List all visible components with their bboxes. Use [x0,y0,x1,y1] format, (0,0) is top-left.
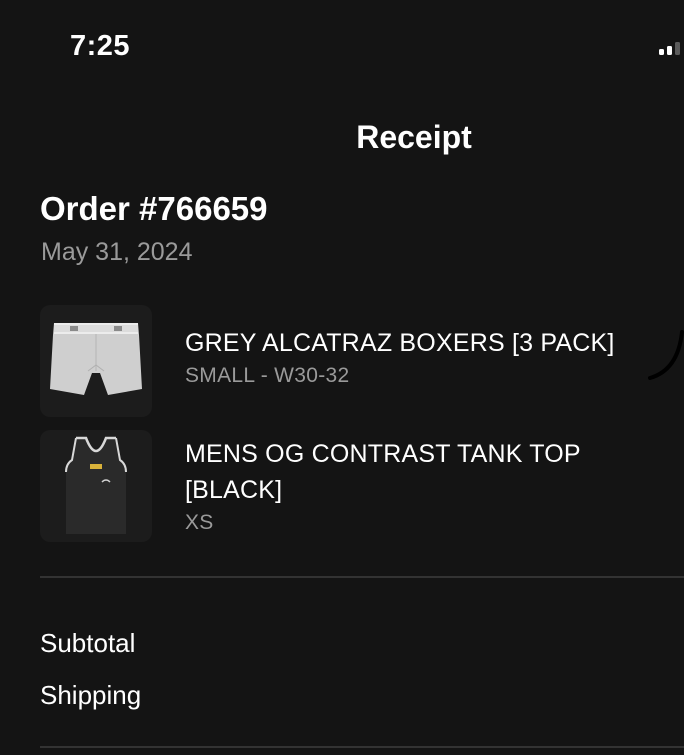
divider [40,576,684,578]
product-image [40,305,152,417]
status-time: 7:25 [70,30,131,62]
order-number: Order #766659 [40,190,268,227]
item-name: GREY ALCATRAZ BOXERS [3 PACK] [185,329,615,357]
item-variant: SMALL - W30-32 [185,364,350,387]
shipping-label: Shipping [40,680,142,710]
decorative-curve [648,330,684,380]
item-name: MENS OG CONTRAST TANK TOP [BLACK] [185,440,581,504]
product-image [40,430,152,542]
tank-top-icon [65,436,127,534]
subtotal-label: Subtotal [40,628,136,658]
page-title: Receipt [356,119,472,155]
item-variant: XS [185,511,214,534]
signal-strength-icon [659,42,680,55]
order-date: May 31, 2024 [41,238,193,266]
list-item[interactable]: GREY ALCATRAZ BOXERS [3 PACK] SMALL - W3… [40,305,684,417]
divider [40,746,684,748]
boxers-icon [50,323,142,395]
list-item[interactable]: MENS OG CONTRAST TANK TOP [BLACK] XS [40,430,684,542]
